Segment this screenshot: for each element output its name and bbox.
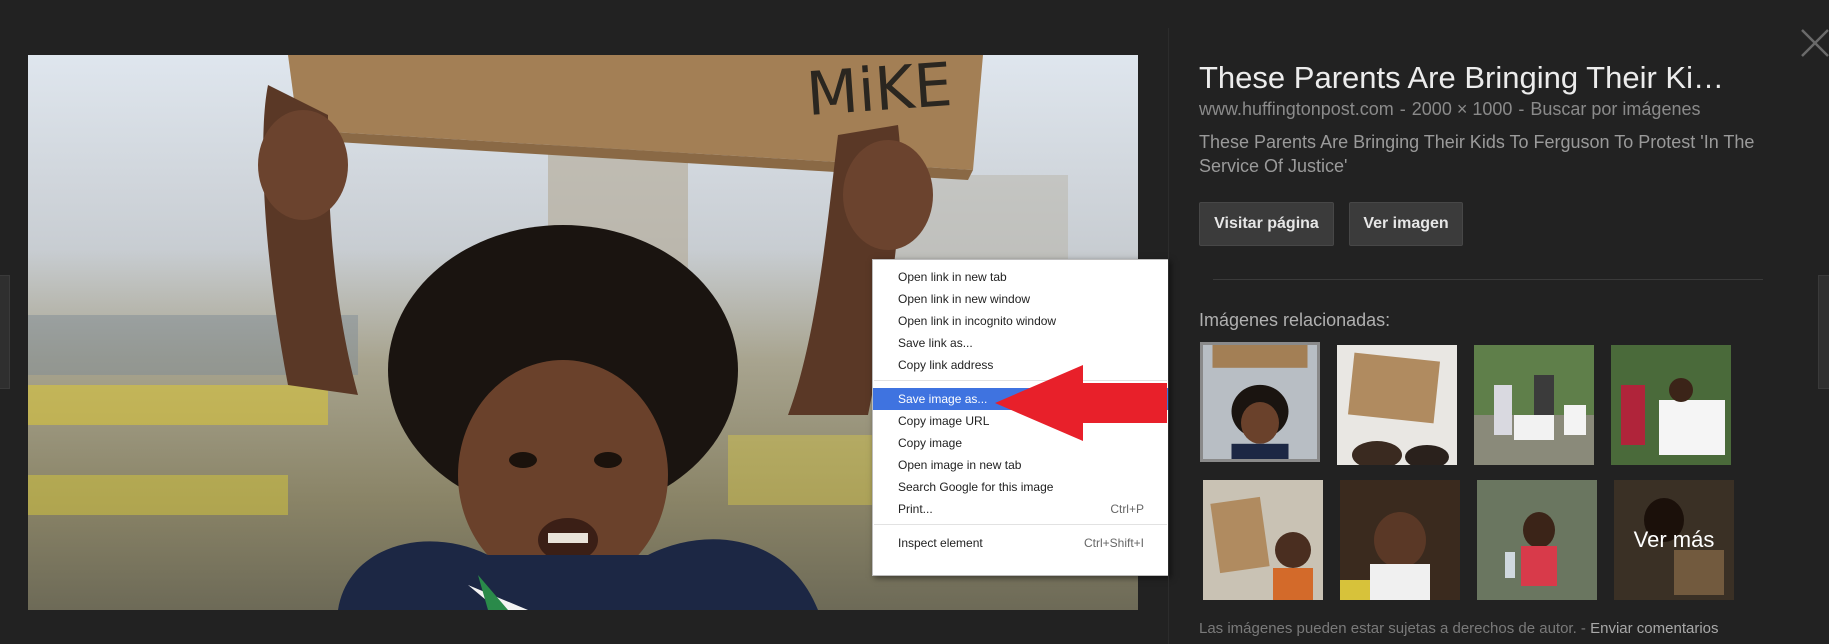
related-images-label: Imágenes relacionadas: (1199, 310, 1391, 330)
related-thumb-image (1203, 480, 1323, 600)
menu-item-label: Inspect element (898, 536, 983, 550)
related-thumb-see-more[interactable]: Ver más (1614, 480, 1734, 600)
image-description: These Parents Are Bringing Their Kids To… (1199, 132, 1755, 176)
related-thumb-1[interactable] (1200, 342, 1320, 462)
menu-item-label: Print... (898, 502, 933, 516)
menu-item-shortcut: Ctrl+Shift+I (1083, 536, 1144, 550)
menu-item-label: Open link in incognito window (898, 314, 1057, 328)
menu-item-open-link-incognito[interactable]: Open link in incognito window (873, 310, 1168, 332)
menu-item-print[interactable]: Print... Ctrl+P (873, 498, 1168, 520)
source-link[interactable]: www.huffingtonpost.com (1199, 99, 1394, 119)
image-title[interactable]: These Parents Are Bringing Their Ki… (1199, 60, 1779, 96)
close-icon[interactable] (1798, 26, 1829, 60)
menu-item-label: Open image in new tab (898, 458, 1022, 472)
copyright-footer: Las imágenes pueden estar sujetas a dere… (1199, 620, 1719, 637)
menu-item-label: Search Google for this image (898, 480, 1054, 494)
image-meta: www.huffingtonpost.com -2000 × 1000- Busca… (1199, 99, 1701, 119)
image-details-panel: These Parents Are Bringing Their Ki… www… (1199, 0, 1809, 644)
search-by-image-link[interactable]: Buscar por imágenes (1530, 99, 1700, 119)
menu-item-label: Open link in new tab (898, 270, 1007, 284)
related-thumb-5[interactable] (1203, 480, 1323, 600)
menu-item-inspect-element[interactable]: Inspect element Ctrl+Shift+I (873, 532, 1168, 554)
menu-item-label: Copy image URL (898, 414, 990, 428)
next-image-handle[interactable] (1818, 275, 1829, 389)
menu-item-label: Copy link address (898, 358, 994, 372)
image-viewer: MiKE Open link in new tab Open link in n… (0, 0, 1829, 644)
related-thumb-7[interactable] (1477, 480, 1597, 600)
related-thumb-4[interactable] (1611, 345, 1731, 465)
related-thumb-image (1337, 345, 1457, 465)
related-thumb-image (1477, 480, 1597, 600)
menu-separator (874, 524, 1167, 525)
panel-divider (1168, 28, 1169, 644)
related-thumb-image (1474, 345, 1594, 465)
related-thumb-2[interactable] (1337, 345, 1457, 465)
menu-item-label: Save link as... (898, 336, 973, 350)
related-thumb-3[interactable] (1474, 345, 1594, 465)
see-more-label[interactable]: Ver más (1614, 480, 1734, 600)
view-image-button[interactable]: Ver imagen (1349, 202, 1463, 246)
menu-item-save-link-as[interactable]: Save link as... (873, 332, 1168, 354)
menu-item-label: Copy image (898, 436, 963, 450)
menu-item-open-link-new-tab[interactable]: Open link in new tab (873, 266, 1168, 288)
menu-item-open-image-new-tab[interactable]: Open image in new tab (873, 454, 1168, 476)
visit-page-button[interactable]: Visitar página (1199, 202, 1334, 246)
red-arrow-annotation-icon (995, 365, 1167, 441)
related-thumb-image (1611, 345, 1731, 465)
previous-image-handle[interactable] (0, 275, 10, 389)
related-thumb-image (1340, 480, 1460, 600)
menu-item-label: Save image as... (898, 392, 988, 406)
menu-item-shortcut: Ctrl+P (1110, 502, 1144, 516)
copyright-notice: Las imágenes pueden estar sujetas a dere… (1199, 620, 1577, 637)
sign-text: MiKE (804, 55, 954, 130)
related-thumb-6[interactable] (1340, 480, 1460, 600)
send-feedback-link[interactable]: Enviar comentarios (1590, 620, 1718, 637)
related-thumb-image (1203, 345, 1317, 459)
image-dimensions: 2000 × 1000 (1411, 99, 1513, 119)
menu-item-label: Open link in new window (898, 292, 1031, 306)
menu-item-search-google-image[interactable]: Search Google for this image (873, 476, 1168, 498)
panel-separator (1213, 279, 1763, 280)
menu-item-open-link-new-window[interactable]: Open link in new window (873, 288, 1168, 310)
